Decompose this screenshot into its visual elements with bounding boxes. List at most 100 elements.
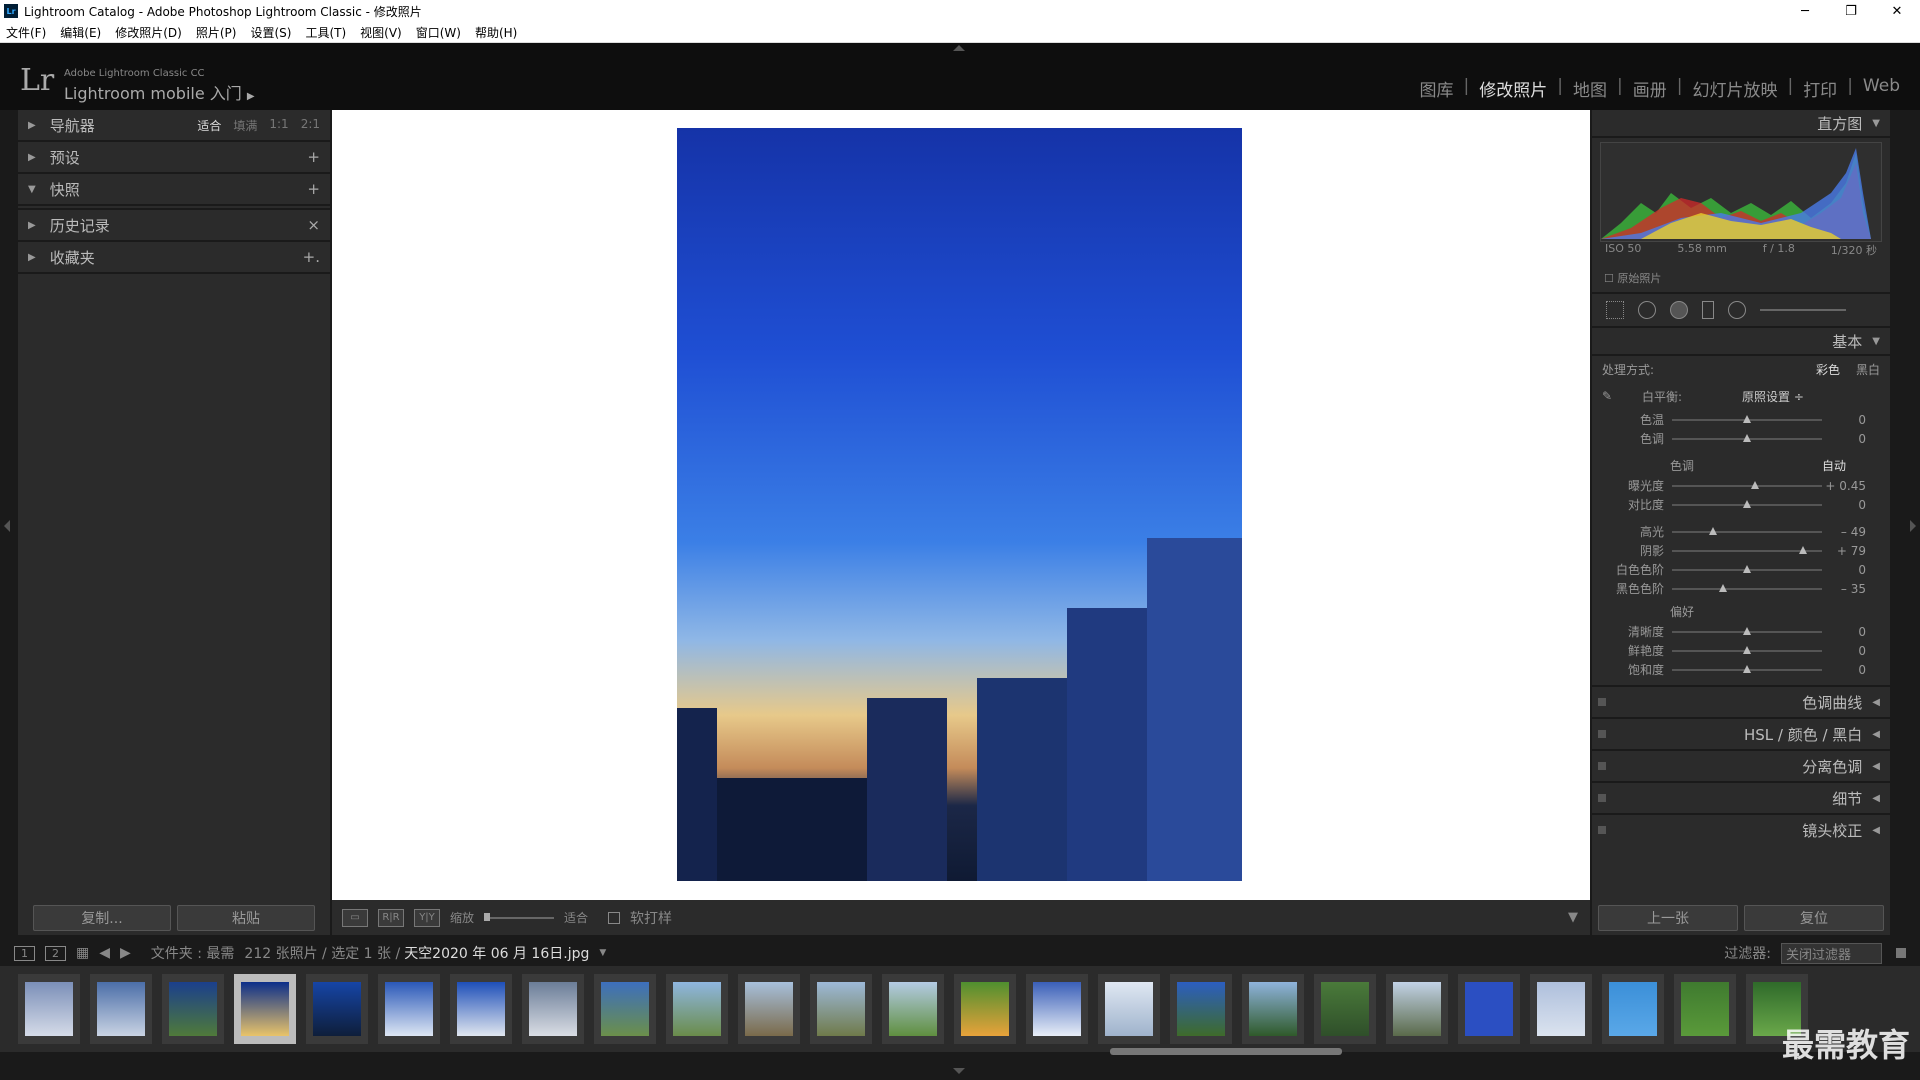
view-1-button[interactable]: 1 <box>14 945 35 961</box>
slider-value[interactable]: + 79 <box>1822 544 1872 558</box>
tone-curve-header[interactable]: 色调曲线 ◀ <box>1592 685 1890 717</box>
before-after-tb-icon[interactable]: Y|Y <box>414 908 440 927</box>
split-toning-header[interactable]: 分离色调 ◀ <box>1592 749 1890 781</box>
slider-thumb[interactable] <box>1743 564 1751 573</box>
zoom-slider[interactable] <box>484 912 555 921</box>
menu-edit[interactable]: 编辑(E) <box>60 24 101 41</box>
bottom-panel-toggle-icon[interactable] <box>953 1068 965 1074</box>
filmstrip-thumbnail[interactable] <box>1026 974 1088 1044</box>
slider-value[interactable]: 0 <box>1822 563 1872 577</box>
snapshots-header[interactable]: ▼ 快照 + <box>18 174 330 206</box>
panel-switch-icon[interactable] <box>1598 826 1606 834</box>
graduated-filter-icon[interactable] <box>1702 301 1714 319</box>
crop-icon[interactable] <box>1606 301 1624 319</box>
module-map[interactable]: 地图 <box>1563 76 1617 101</box>
slider-track[interactable] <box>1672 645 1822 654</box>
filter-select[interactable]: 关闭过滤器 <box>1780 942 1882 964</box>
slider-track[interactable] <box>1672 664 1822 673</box>
wb-select[interactable]: 原照设置 ÷ <box>1742 388 1804 405</box>
slider-value[interactable]: – 49 <box>1822 525 1872 539</box>
slider-track[interactable] <box>1672 526 1822 535</box>
slider-value[interactable]: 0 <box>1822 413 1872 427</box>
panel-switch-icon[interactable] <box>1598 698 1606 706</box>
lens-correction-header[interactable]: 镜头校正 ◀ <box>1592 813 1890 845</box>
slider-thumb[interactable] <box>1743 414 1751 423</box>
clear-history-icon[interactable]: × <box>307 216 320 234</box>
radial-filter-icon[interactable] <box>1728 301 1746 319</box>
softproof-checkbox[interactable] <box>608 911 621 924</box>
filmstrip-thumbnail[interactable] <box>234 974 296 1044</box>
slider-value[interactable]: 0 <box>1822 432 1872 446</box>
filmstrip-thumbnail[interactable] <box>666 974 728 1044</box>
slider-value[interactable]: – 35 <box>1822 582 1872 596</box>
slider-value[interactable]: 0 <box>1822 663 1872 677</box>
panel-switch-icon[interactable] <box>1598 794 1606 802</box>
filmstrip-thumbnail[interactable] <box>738 974 800 1044</box>
menu-file[interactable]: 文件(F) <box>6 24 46 41</box>
detail-header[interactable]: 细节 ◀ <box>1592 781 1890 813</box>
filmstrip-thumbnail[interactable] <box>1170 974 1232 1044</box>
top-panel-toggle-icon[interactable] <box>953 45 965 51</box>
toolbar-menu-icon[interactable]: ▼ <box>1568 910 1578 925</box>
red-eye-icon[interactable] <box>1670 301 1688 319</box>
filename[interactable]: 天空2020 年 06 月 16日.jpg <box>404 943 589 963</box>
presets-header[interactable]: ▶ 预设 + <box>18 142 330 174</box>
module-web[interactable]: Web <box>1853 76 1910 101</box>
navigator-header[interactable]: ▶ 导航器 适合 填满 1:1 2:1 <box>18 110 330 142</box>
filmstrip-thumbnail[interactable] <box>18 974 80 1044</box>
menu-tools[interactable]: 工具(T) <box>305 24 346 41</box>
slider-value[interactable]: 0 <box>1822 625 1872 639</box>
zoom-2to1[interactable]: 2:1 <box>301 117 320 134</box>
collections-header[interactable]: ▶ 收藏夹 +. <box>18 242 330 274</box>
filmstrip-thumbnail[interactable] <box>450 974 512 1044</box>
filmstrip-thumbnail[interactable] <box>378 974 440 1044</box>
right-panel-toggle-icon[interactable] <box>1910 520 1916 532</box>
zoom-fit[interactable]: 适合 <box>197 117 221 134</box>
zoom-fill[interactable]: 填满 <box>233 117 257 134</box>
slider-track[interactable] <box>1672 499 1822 508</box>
back-arrow-icon[interactable]: ◀ <box>99 945 110 961</box>
filmstrip-thumbnail[interactable] <box>810 974 872 1044</box>
menu-develop[interactable]: 修改照片(D) <box>115 24 182 41</box>
menu-window[interactable]: 窗口(W) <box>416 24 461 41</box>
slider-thumb[interactable] <box>1708 526 1717 535</box>
module-print[interactable]: 打印 <box>1793 76 1847 101</box>
module-develop[interactable]: 修改照片 <box>1469 76 1557 101</box>
slider-thumb[interactable] <box>1719 583 1727 592</box>
histogram[interactable]: ISO 50 5.58 mm f / 1.8 1/320 秒 <box>1600 142 1882 257</box>
maximize-icon[interactable]: ❐ <box>1828 0 1874 22</box>
filmstrip-thumbnail[interactable] <box>90 974 152 1044</box>
menu-help[interactable]: 帮助(H) <box>475 24 517 41</box>
panel-switch-icon[interactable] <box>1598 762 1606 770</box>
zoom-1to1[interactable]: 1:1 <box>269 117 288 134</box>
spot-removal-icon[interactable] <box>1638 301 1656 319</box>
slider-track[interactable] <box>1672 433 1822 442</box>
basic-header[interactable]: 基本 ▼ <box>1592 328 1890 356</box>
menu-photo[interactable]: 照片(P) <box>196 24 237 41</box>
history-header[interactable]: ▶ 历史记录 × <box>18 210 330 242</box>
filename-dropdown-icon[interactable]: ▼ <box>599 948 606 958</box>
menu-view[interactable]: 视图(V) <box>360 24 402 41</box>
forward-arrow-icon[interactable]: ▶ <box>120 945 131 961</box>
left-panel-toggle-icon[interactable] <box>4 520 10 532</box>
filmstrip-thumbnail[interactable] <box>954 974 1016 1044</box>
copy-button[interactable]: 复制... <box>33 905 171 931</box>
treatment-color[interactable]: 彩色 <box>1816 363 1840 377</box>
filmstrip-thumbnail[interactable] <box>522 974 584 1044</box>
module-library[interactable]: 图库 <box>1410 76 1464 101</box>
treatment-bw[interactable]: 黑白 <box>1856 363 1880 377</box>
slider-value[interactable]: 0 <box>1822 498 1872 512</box>
source-label[interactable]: 文件夹 : 最需 <box>151 943 235 963</box>
paste-button[interactable]: 粘贴 <box>177 905 315 931</box>
slider-thumb[interactable] <box>1743 626 1751 635</box>
filter-lock-icon[interactable] <box>1896 948 1906 958</box>
filmstrip-thumbnail[interactable] <box>1098 974 1160 1044</box>
slider-track[interactable] <box>1672 414 1822 423</box>
before-after-lr-icon[interactable]: R|R <box>378 908 404 927</box>
add-preset-icon[interactable]: + <box>307 148 320 166</box>
slider-track[interactable] <box>1672 564 1822 573</box>
slider-track[interactable] <box>1672 583 1822 592</box>
main-photo[interactable] <box>677 128 1242 881</box>
reset-button[interactable]: 复位 <box>1744 905 1884 931</box>
filmstrip-thumbnail[interactable] <box>594 974 656 1044</box>
